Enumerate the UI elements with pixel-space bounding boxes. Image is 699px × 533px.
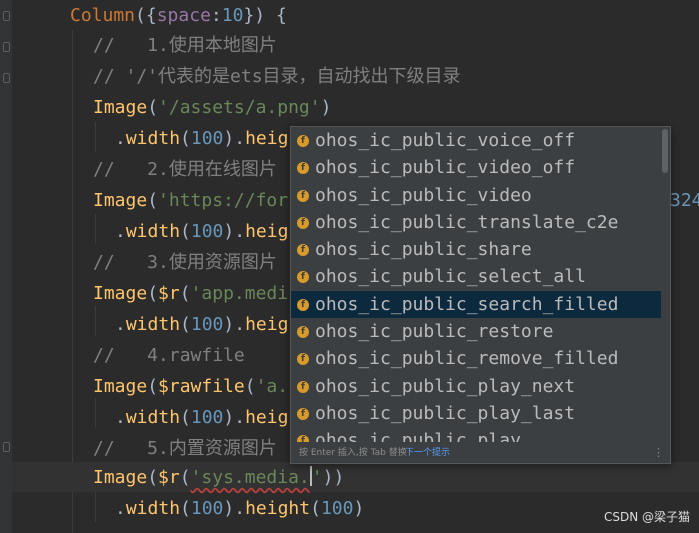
indent-guide	[95, 122, 96, 152]
autocomplete-item[interactable]: f ohos_ic_public_play_last	[291, 400, 661, 427]
code-line-12: // 4.rawfile	[93, 341, 245, 371]
code-line-16: Image($r('sys.media. '))	[93, 466, 345, 488]
code-line-5: .width(100).heig	[115, 128, 289, 149]
code-line-17: .width(100).height(100)	[115, 498, 365, 519]
indent-guide	[95, 398, 96, 428]
autocomplete-item[interactable]: f ohos_ic_public_play_next	[291, 373, 661, 400]
comment: // 5.内置资源图片	[93, 438, 277, 459]
autocomplete-item-label: ohos_ic_public_remove_filled	[315, 348, 619, 370]
indent-guide	[95, 492, 96, 522]
autocomplete-scrollbar[interactable]	[662, 129, 668, 439]
code-line-10: Image($r('app.medi	[93, 283, 289, 304]
code-line-7-tail: 324	[670, 190, 699, 211]
scrollbar-thumb[interactable]	[662, 129, 668, 173]
code-line-11: .width(100).heig	[115, 314, 289, 335]
autocomplete-item-label: ohos_ic_public_translate_c2e	[315, 211, 619, 233]
comment: // '/'代表的是ets目录，自动找出下级目录	[93, 66, 461, 87]
autocomplete-item-label: ohos_ic_public_play	[315, 430, 521, 442]
autocomplete-footer: 按 Enter 插入,按 Tab 替换 下一个提示 ⋮	[291, 443, 670, 463]
editor-gutter	[0, 0, 12, 533]
autocomplete-item[interactable]: f ohos_ic_public_video_off	[291, 154, 661, 181]
field-icon: f	[297, 189, 309, 202]
field-icon: f	[297, 326, 309, 339]
indent-guide	[95, 306, 96, 336]
code-line-9: // 3.使用资源图片	[93, 248, 277, 278]
fold-marker[interactable]	[3, 42, 10, 52]
code-line-4: Image('/assets/a.png')	[93, 97, 332, 118]
code-line-14: .width(100).heig	[115, 407, 289, 428]
autocomplete-item-label: ohos_ic_public_video	[315, 184, 532, 206]
indent-guide	[95, 214, 96, 244]
more-options-icon[interactable]: ⋮	[653, 443, 664, 463]
fold-marker[interactable]	[3, 73, 10, 83]
field-icon: f	[297, 162, 309, 175]
field-icon: f	[297, 435, 309, 442]
watermark: CSDN @梁子猫	[603, 510, 690, 524]
code-line-8: .width(100).heig	[115, 221, 289, 242]
comment: // 3.使用资源图片	[93, 252, 277, 273]
code-line-1: Column({space:10}) {	[70, 5, 287, 26]
autocomplete-item[interactable]: f ohos_ic_public_select_all	[291, 263, 661, 290]
autocomplete-item[interactable]: f ohos_ic_public_translate_c2e	[291, 209, 661, 236]
field-icon: f	[297, 135, 309, 147]
autocomplete-item-label: ohos_ic_public_share	[315, 239, 532, 261]
field-icon: f	[297, 244, 309, 257]
code-line-7: Image('https://for	[93, 190, 289, 211]
autocomplete-item-label: ohos_ic_public_play_next	[315, 375, 576, 397]
footer-hint: 按 Enter 插入,按 Tab 替换	[299, 448, 407, 458]
code-line-6: // 2.使用在线图片	[93, 155, 277, 185]
field-icon: f	[297, 216, 309, 229]
autocomplete-list[interactable]: f ohos_ic_public_voice_off f ohos_ic_public…	[291, 127, 661, 442]
autocomplete-item-label: ohos_ic_public_select_all	[315, 266, 586, 288]
comment: // 4.rawfile	[93, 345, 245, 366]
field-icon: f	[297, 298, 309, 311]
field-icon: f	[297, 407, 309, 420]
autocomplete-item-label: ohos_ic_public_restore	[315, 321, 554, 343]
next-tip-link[interactable]: 下一个提示	[405, 443, 450, 463]
autocomplete-item[interactable]: f ohos_ic_public_voice_off	[291, 127, 661, 154]
field-icon: f	[297, 353, 309, 366]
autocomplete-item-label: ohos_ic_public_voice_off	[315, 130, 576, 151]
indent-guide	[72, 30, 73, 533]
code-line-15: // 5.内置资源图片	[93, 434, 277, 464]
fold-marker[interactable]	[3, 11, 10, 21]
comment: // 1.使用本地图片	[93, 35, 277, 56]
autocomplete-item[interactable]: f ohos_ic_public_remove_filled	[291, 345, 661, 372]
autocomplete-popup[interactable]: f ohos_ic_public_voice_off f ohos_ic_public…	[290, 126, 671, 464]
error-string: 'sys.media.	[190, 467, 310, 488]
code-line-2: // 1.使用本地图片	[93, 31, 277, 61]
fold-marker[interactable]	[3, 442, 10, 452]
autocomplete-item[interactable]: f ohos_ic_public_video	[291, 182, 661, 209]
code-line-3: // '/'代表的是ets目录，自动找出下级目录	[93, 62, 461, 92]
code-line-13: Image($rawfile('a.	[93, 376, 289, 397]
autocomplete-item-label: ohos_ic_public_video_off	[315, 157, 576, 179]
autocomplete-item[interactable]: f ohos_ic_public_share	[291, 236, 661, 263]
autocomplete-item-label: ohos_ic_public_search_filled	[315, 293, 619, 315]
column-keyword: Column	[70, 5, 136, 26]
autocomplete-item[interactable]: f ohos_ic_public_restore	[291, 318, 661, 345]
autocomplete-item[interactable]: f ohos_ic_public_search_filled	[291, 290, 661, 319]
autocomplete-item-label: ohos_ic_public_play_last	[315, 402, 576, 424]
autocomplete-item[interactable]: f ohos_ic_public_play	[291, 427, 661, 442]
comment: // 2.使用在线图片	[93, 159, 277, 180]
field-icon: f	[297, 380, 309, 393]
field-icon: f	[297, 271, 309, 284]
